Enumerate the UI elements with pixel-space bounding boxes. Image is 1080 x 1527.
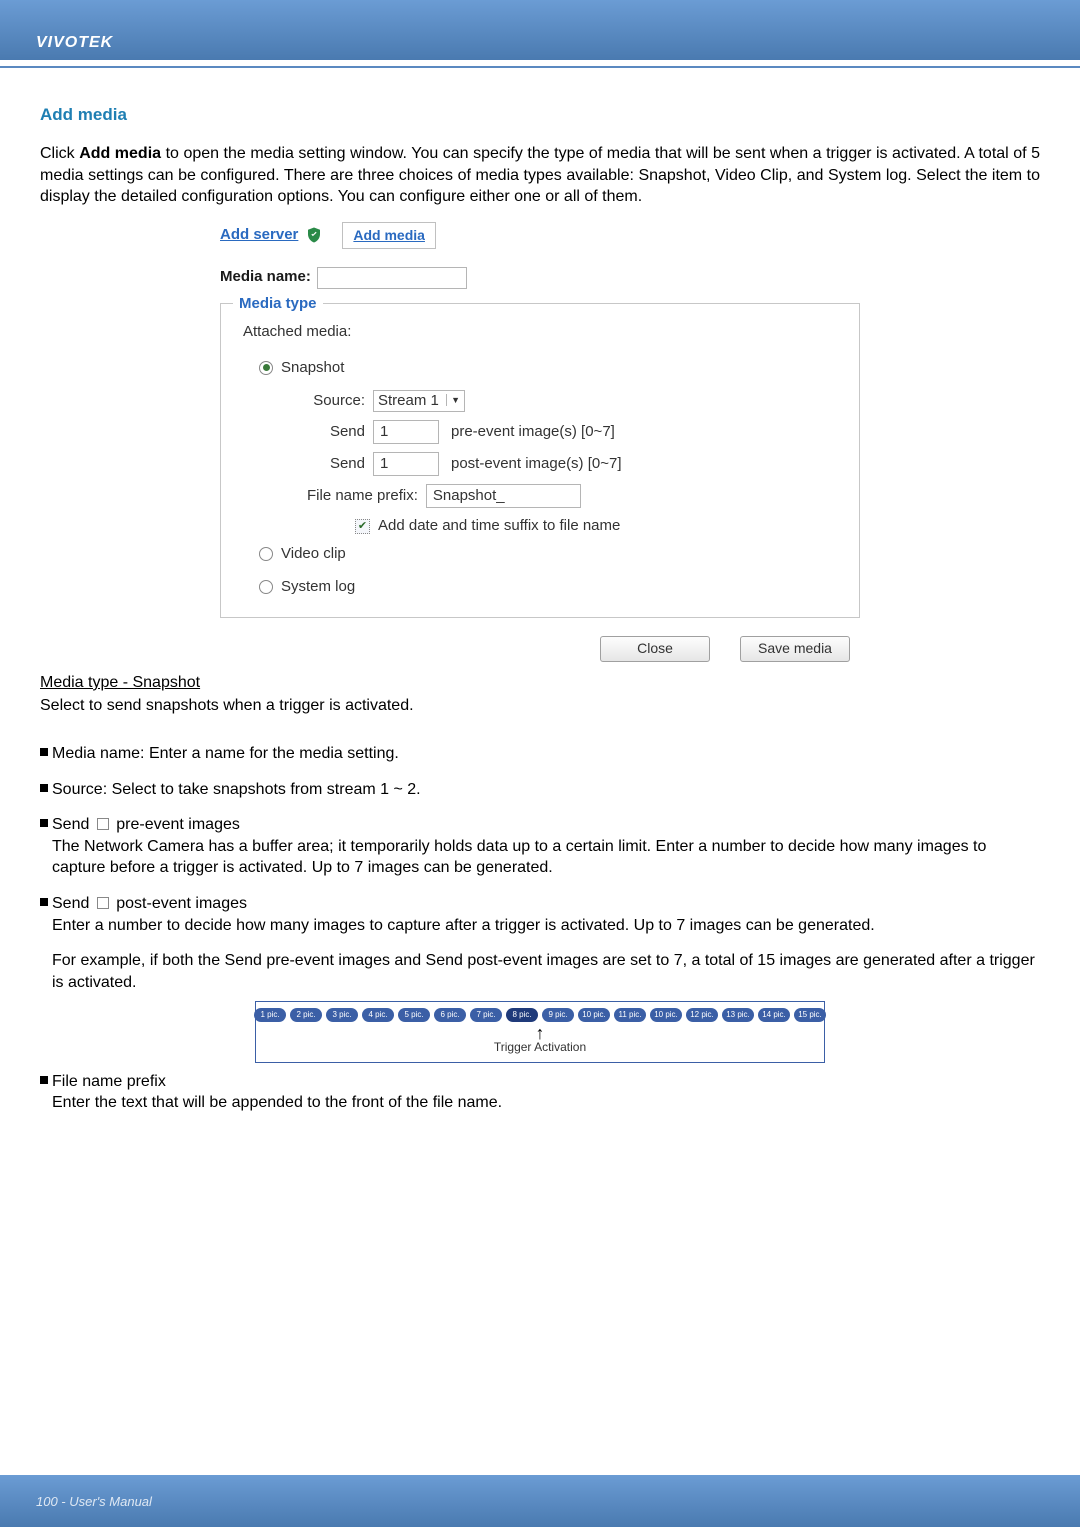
brand-logo: VIVOTEK [36,34,113,52]
media-type-legend: Media type [233,294,323,314]
trigger-pills: 1 pic. 2 pic. 3 pic. 4 pic. 5 pic. 6 pic. 7 pi… [254,1008,826,1022]
footer-bar: 100 - User's Manual [0,1475,1080,1527]
dialog-wrap: Add server Add media Media name: Media t… [40,214,1040,668]
bullet-body: Source: Select to take snapshots from st… [52,779,1040,801]
close-button[interactable]: Close [600,636,710,662]
add-media-bold: Add media [79,145,161,162]
post-row: Send 1 post-event image(s) [0~7] [307,452,843,476]
prefix-head: File name prefix [52,1073,166,1090]
chevron-down-icon: ▼ [446,394,460,406]
trigger-pill: 13 pic. [722,1008,754,1022]
page: VIVOTEK Add media Click Add media to ope… [0,0,1080,1527]
trigger-pill: 14 pic. [758,1008,790,1022]
media-name-row: Media name: [220,267,860,289]
bullet-body: Send post-event images Enter a number to… [52,893,1040,993]
suffix-checkbox-label: Add date and time suffix to file name [378,516,620,536]
inline-checkbox-icon [97,897,109,909]
media-type-fieldset: Media type Attached media: Snapshot Sour… [220,303,860,618]
trigger-pill: 1 pic. [254,1008,286,1022]
trigger-pill: 11 pic. [614,1008,646,1022]
prefix-label: File name prefix: [307,486,418,506]
post-event-body: Enter a number to decide how many images… [52,915,1040,937]
bullet-body: Media name: Enter a name for the media s… [52,743,1040,765]
prefix-body: Enter the text that will be appended to … [52,1092,1040,1114]
trigger-pill: 7 pic. [470,1008,502,1022]
snapshot-radio-row[interactable]: Snapshot [259,358,843,378]
bullet-list-2: File name prefix Enter the text that wil… [40,1071,1040,1114]
tabs-row: Add server Add media [220,214,860,261]
intro-paragraph: Click Add media to open the media settin… [40,143,1040,208]
prefix-row: File name prefix: Snapshot_ [307,484,843,508]
trigger-pill: 3 pic. [326,1008,358,1022]
snapshot-radio-label: Snapshot [281,358,344,378]
send-label-pre: Send [307,422,365,442]
square-bullet-icon [40,814,52,879]
prefix-input[interactable]: Snapshot_ [426,484,581,508]
system-log-radio-row[interactable]: System log [259,577,843,597]
bullet-pre-event: Send pre-event images The Network Camera… [40,814,1040,879]
square-bullet-icon [40,743,52,765]
snapshot-radio[interactable] [259,361,273,375]
post-count-input[interactable]: 1 [373,452,439,476]
trigger-pill: 6 pic. [434,1008,466,1022]
bullet-body: File name prefix Enter the text that wil… [52,1071,1040,1114]
post-text: post-event image(s) [0~7] [451,454,622,474]
bullet-media-name: Media name: Enter a name for the media s… [40,743,1040,765]
trigger-pill: 10 pic. [650,1008,682,1022]
attached-label: Attached media: [243,322,843,342]
trigger-pill: 2 pic. [290,1008,322,1022]
media-dialog: Add server Add media Media name: Media t… [220,214,860,668]
media-name-label: Media name: [220,267,311,287]
add-server-link[interactable]: Add server [220,225,298,245]
suffix-cb-row[interactable]: Add date and time suffix to file name [355,516,843,536]
system-log-radio[interactable] [259,580,273,594]
trigger-pill: 9 pic. [542,1008,574,1022]
bullet-prefix: File name prefix Enter the text that wil… [40,1071,1040,1114]
inline-checkbox-icon [97,818,109,830]
source-label: Source: [307,391,365,411]
media-name-input[interactable] [317,267,467,289]
media-type-snapshot-head: Media type - Snapshot [40,672,1040,694]
system-log-label: System log [281,577,355,597]
section-title: Add media [40,104,1040,127]
trigger-pill: 8 pic. [506,1008,538,1022]
video-clip-radio-row[interactable]: Video clip [259,544,843,564]
content-area: Add media Click Add media to open the me… [0,68,1080,1114]
square-bullet-icon [40,779,52,801]
source-select[interactable]: Stream 1 ▼ [373,390,465,412]
add-media-tab[interactable]: Add media [342,222,436,249]
bullet-body: Send pre-event images The Network Camera… [52,814,1040,879]
trigger-pill: 15 pic. [794,1008,826,1022]
trigger-diagram: 1 pic. 2 pic. 3 pic. 4 pic. 5 pic. 6 pic. 7 pi… [255,1001,825,1062]
video-clip-label: Video clip [281,544,346,564]
bullet-list: Media name: Enter a name for the media s… [40,743,1040,993]
square-bullet-icon [40,893,52,993]
header-bar: VIVOTEK [0,0,1080,60]
suffix-checkbox[interactable] [355,519,370,534]
video-clip-radio[interactable] [259,547,273,561]
pre-event-body: The Network Camera has a buffer area; it… [52,836,1040,879]
trigger-label: Trigger Activation [494,1039,586,1055]
send-label-post: Send [307,454,365,474]
trigger-pill: 4 pic. [362,1008,394,1022]
post-event-example: For example, if both the Send pre-event … [52,950,1040,993]
footer-text: 100 - User's Manual [36,1494,152,1509]
pre-row: Send 1 pre-event image(s) [0~7] [307,420,843,444]
pre-text: pre-event image(s) [0~7] [451,422,615,442]
media-type-snapshot-line: Select to send snapshots when a trigger … [40,695,1040,717]
trigger-pill: 5 pic. [398,1008,430,1022]
bullet-post-event: Send post-event images Enter a number to… [40,893,1040,993]
bullet-source: Source: Select to take snapshots from st… [40,779,1040,801]
trigger-pill: 12 pic. [686,1008,718,1022]
source-row: Source: Stream 1 ▼ [307,390,843,412]
dialog-buttons: Close Save media [220,632,860,668]
square-bullet-icon [40,1071,52,1114]
trigger-pill: 10 pic. [578,1008,610,1022]
shield-icon [304,225,324,245]
source-select-value: Stream 1 [378,391,439,411]
pre-count-input[interactable]: 1 [373,420,439,444]
save-media-button[interactable]: Save media [740,636,850,662]
